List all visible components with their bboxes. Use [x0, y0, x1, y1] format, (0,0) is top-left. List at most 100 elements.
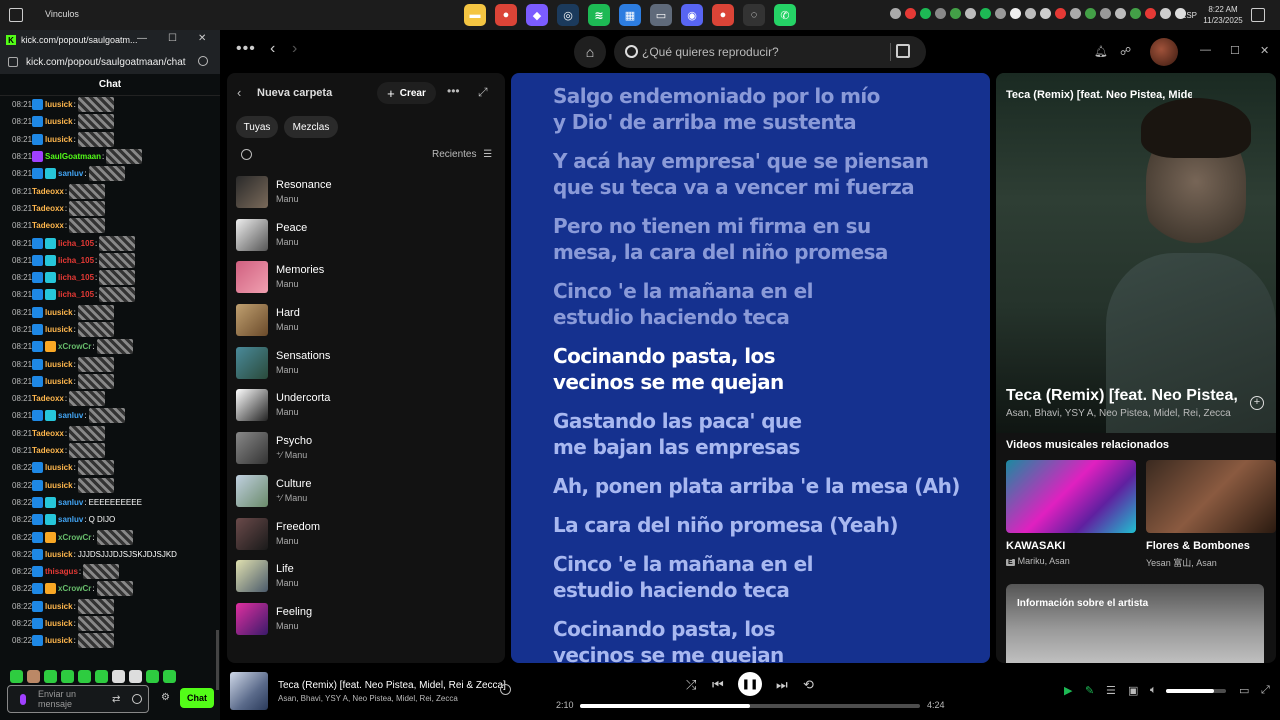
emote-image[interactable] [77, 304, 114, 320]
tray-icon[interactable] [995, 8, 1006, 19]
emote-image[interactable] [69, 218, 106, 234]
chat-username[interactable]: sanluv [58, 169, 83, 178]
playlist-item[interactable]: Undercorta Manu [227, 384, 505, 427]
maximize-icon[interactable]: ☐ [1230, 44, 1240, 57]
back-arrow-icon[interactable]: ‹ [270, 40, 275, 58]
fullscreen-icon[interactable]: ⤢ [1261, 684, 1270, 697]
chat-username[interactable]: Tadeoxx [32, 221, 64, 230]
forward-arrow-icon[interactable]: › [292, 40, 297, 58]
emote-image[interactable] [77, 477, 114, 493]
emote-image[interactable] [77, 131, 114, 147]
chat-username[interactable]: xCrowCr [58, 342, 91, 351]
avatar[interactable] [1150, 38, 1178, 66]
add-to-playlist-icon[interactable] [500, 684, 511, 695]
emote-icon[interactable] [61, 670, 74, 683]
more-menu-icon[interactable]: ••• [236, 40, 256, 58]
emote-image[interactable] [77, 460, 114, 476]
back-chevron-icon[interactable]: ‹ [237, 85, 241, 100]
obs-icon[interactable]: ◌ [743, 4, 765, 26]
chat-username[interactable]: Tadeoxx [32, 429, 64, 438]
close-icon[interactable]: ✕ [198, 33, 206, 44]
chat-username[interactable]: SaulGoatmaan [45, 152, 101, 161]
chat-username[interactable]: luusick [45, 602, 73, 611]
tray-icon[interactable] [890, 8, 901, 19]
file-explorer-icon[interactable]: ▬ [464, 4, 486, 26]
lyric-line[interactable]: Salgo endemoniado por lo mío y Dio' de ar… [553, 83, 880, 135]
language-indicator[interactable]: ESP [1181, 11, 1197, 20]
playlist-item[interactable]: Resonance Manu [227, 171, 505, 214]
chat-username[interactable]: Tadeoxx [32, 204, 64, 213]
emote-image[interactable] [69, 425, 106, 441]
emote-image[interactable] [99, 235, 136, 251]
chrome-icon-2[interactable]: ● [712, 4, 734, 26]
chat-username[interactable]: luusick [45, 360, 73, 369]
chat-username[interactable]: licha_105 [58, 256, 94, 265]
chat-username[interactable]: licha_105 [58, 273, 94, 282]
chat-username[interactable]: luusick [45, 481, 73, 490]
volume-icon[interactable]: 🔈︎ [1150, 684, 1157, 697]
tray-icon[interactable] [950, 8, 961, 19]
steam-icon[interactable]: ◎ [557, 4, 579, 26]
chat-username[interactable]: luusick [45, 135, 73, 144]
emote-image[interactable] [77, 322, 114, 337]
emote-icon[interactable] [10, 670, 23, 683]
chat-message-input[interactable]: Enviar un mensaje ⇄ [7, 685, 149, 713]
shuffle-icon[interactable]: ⤮ [686, 677, 696, 693]
chat-username[interactable]: luusick [45, 325, 73, 334]
clock[interactable]: 8:22 AM 11/23/2025 [1201, 4, 1245, 26]
emote-image[interactable] [69, 200, 106, 216]
translate-icon[interactable]: ⇄ [112, 694, 120, 705]
chat-username[interactable]: Tadeoxx [32, 394, 64, 403]
next-icon[interactable]: ⏭︎ [776, 677, 788, 693]
chat-username[interactable]: Tadeoxx [32, 446, 64, 455]
minimize-icon[interactable]: — [1200, 44, 1211, 56]
tray-icon[interactable] [1145, 8, 1156, 19]
emote-icon[interactable] [146, 670, 159, 683]
lyric-line[interactable]: Cocinando pasta, los vecinos se me quejan [553, 343, 784, 395]
playlist-item[interactable]: Feeling Manu [227, 598, 505, 641]
artist-info-card[interactable]: Información sobre el artista [1006, 584, 1264, 663]
chat-username[interactable]: licha_105 [58, 290, 94, 299]
search-bar[interactable]: ¿Qué quieres reproducir? [614, 36, 926, 68]
maximize-icon[interactable]: ☐ [168, 33, 177, 44]
emote-image[interactable] [77, 616, 114, 632]
emote-image[interactable] [77, 598, 114, 614]
chat-send-button[interactable]: Chat [180, 688, 214, 708]
emote-icon[interactable] [95, 670, 108, 683]
chat-username[interactable]: sanluv [58, 498, 83, 507]
related-video-card[interactable]: KAWASAKI E Mariku, Asan [1006, 460, 1136, 566]
volume-slider[interactable] [1166, 689, 1226, 693]
chat-username[interactable]: xCrowCr [58, 584, 91, 593]
emote-image[interactable] [96, 529, 133, 545]
emote-image[interactable] [69, 391, 106, 407]
discord-icon[interactable]: ◉ [681, 4, 703, 26]
chip-mezclas[interactable]: Mezclas [284, 116, 338, 138]
chat-username[interactable]: licha_105 [58, 239, 94, 248]
chat-username[interactable]: luusick [45, 308, 73, 317]
npv-artists[interactable]: Asan, Bhavi, YSY A, Neo Pistea, Midel, R… [1006, 408, 1231, 419]
emote-image[interactable] [88, 166, 125, 182]
tray-icon[interactable] [1040, 8, 1051, 19]
lyric-line[interactable]: Cinco 'e la mañana en el estudio haciendo… [553, 551, 813, 603]
emote-icon[interactable] [27, 670, 40, 683]
chip-tuyas[interactable]: Tuyas [236, 116, 278, 138]
now-playing-view-icon[interactable]: ▶ [1064, 684, 1072, 697]
store-icon[interactable]: ▦ [619, 4, 641, 26]
chat-username[interactable]: luusick [45, 550, 73, 559]
tray-icon[interactable] [1115, 8, 1126, 19]
emote-image[interactable] [99, 252, 136, 268]
friends-activity-icon[interactable]: ☍ [1120, 45, 1131, 58]
tray-icon[interactable] [1160, 8, 1171, 19]
chat-username[interactable]: luusick [45, 463, 73, 472]
search-input[interactable]: ¿Qué quieres reproducir? [642, 45, 779, 59]
related-video-card[interactable]: Flores & Bombones Yesan 富山, Asan [1146, 460, 1276, 569]
lyric-line[interactable]: Ah, ponen plata arriba 'e la mesa (Ah) [553, 473, 960, 499]
chat-username[interactable]: Tadeoxx [32, 187, 64, 196]
playlist-item[interactable]: Culture ⁺⁄ Manu [227, 470, 505, 513]
pause-button[interactable]: ❚❚ [738, 672, 762, 696]
chat-username[interactable]: luusick [45, 619, 73, 628]
miniplayer-icon[interactable]: ▭ [1239, 684, 1249, 697]
tray-icon[interactable] [980, 8, 991, 19]
kick-url-bar[interactable]: kick.com/popout/saulgoatmaan/chat [0, 50, 220, 74]
chat-settings-gear-icon[interactable]: ⚙ [161, 692, 170, 703]
